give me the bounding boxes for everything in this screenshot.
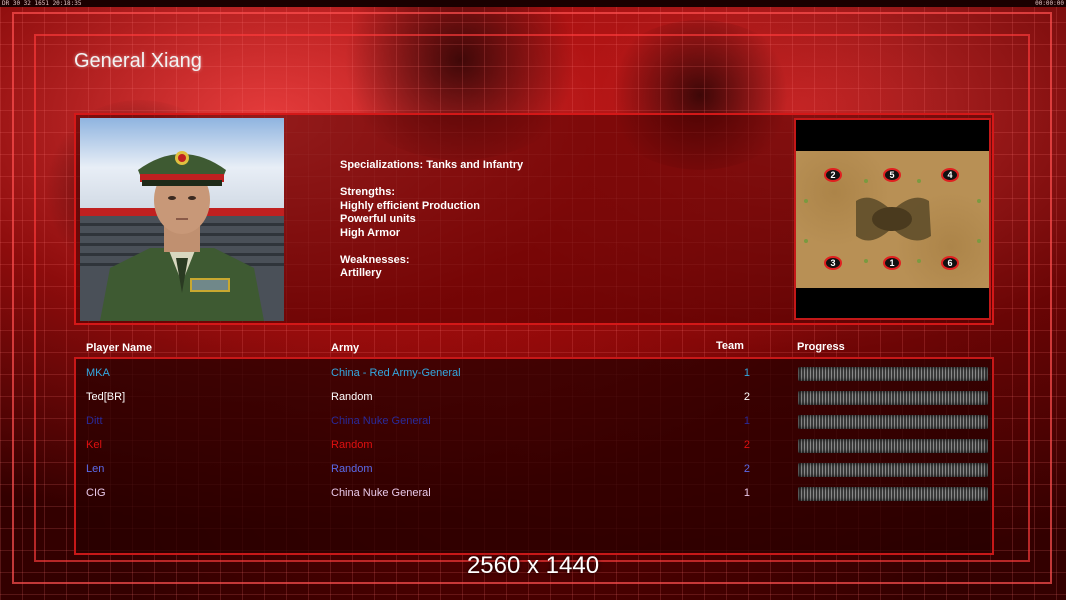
progress-bar	[798, 439, 988, 453]
table-row: Ted[BR] Random 2	[74, 387, 994, 407]
header-player-name: Player Name	[86, 342, 153, 354]
resolution-label: 2560 x 1440	[466, 552, 600, 579]
system-bar: DR 30 32 1651 20:18:35 00:00:00	[0, 0, 1066, 7]
player-army: China Nuke General	[331, 487, 431, 499]
start-position-marker[interactable]: 6	[941, 256, 959, 270]
progress-bar	[798, 415, 988, 429]
table-row: Ditt China Nuke General 1	[74, 411, 994, 431]
player-name: Ditt	[86, 415, 103, 427]
player-team: 2	[743, 439, 750, 451]
table-row: CIG China Nuke General 1	[74, 483, 994, 503]
general-title: General Xiang	[74, 50, 202, 72]
weaknesses-label: Weaknesses:	[340, 253, 410, 266]
player-team: 1	[743, 487, 750, 499]
player-army: China Nuke General	[331, 415, 431, 427]
start-position-marker[interactable]: 3	[824, 256, 842, 270]
strengths-label: Strengths:	[340, 186, 395, 198]
player-name: Kel	[86, 439, 102, 451]
general-portrait-image	[80, 118, 284, 321]
general-portrait	[80, 118, 284, 321]
specializations-text: Specializations: Tanks and Infantry	[340, 159, 524, 171]
start-position-marker[interactable]: 1	[883, 256, 901, 270]
general-description: Specializations: Tanks and Infantry Stre…	[340, 159, 640, 281]
player-army: Random	[331, 391, 373, 403]
player-team: 2	[743, 463, 750, 475]
progress-bar	[798, 487, 988, 501]
system-bar-left: DR 30 32 1651 20:18:35	[2, 0, 82, 7]
player-army: Random	[331, 439, 373, 451]
player-name: Ted[BR]	[86, 391, 126, 403]
player-team: 1	[743, 367, 750, 379]
player-team: 1	[743, 415, 750, 427]
progress-bar	[798, 463, 988, 477]
table-row: MKA China - Red Army-General 1	[74, 363, 994, 383]
start-position-marker[interactable]: 5	[883, 168, 901, 182]
progress-bar	[798, 367, 988, 381]
strength-item: Highly efficient Production	[340, 199, 480, 212]
header-team: Team	[716, 340, 744, 352]
table-row: Len Random 2	[74, 459, 994, 479]
player-name: CIG	[86, 487, 106, 499]
strength-item: Powerful units	[340, 213, 416, 225]
table-row: Kel Random 2	[74, 435, 994, 455]
strength-item: High Armor	[340, 226, 401, 239]
header-army: Army	[331, 342, 360, 354]
header-progress: Progress	[797, 341, 845, 353]
player-army: Random	[331, 463, 373, 475]
start-position-marker[interactable]: 4	[941, 168, 959, 182]
player-army: China - Red Army-General	[331, 367, 461, 379]
start-position-marker[interactable]: 2	[824, 168, 842, 182]
weakness-item: Artillery	[340, 267, 382, 279]
player-team: 2	[743, 391, 750, 403]
player-name: MKA	[86, 367, 110, 379]
player-name: Len	[86, 463, 105, 475]
progress-bar	[798, 391, 988, 405]
system-bar-right: 00:00:00	[1035, 0, 1064, 7]
